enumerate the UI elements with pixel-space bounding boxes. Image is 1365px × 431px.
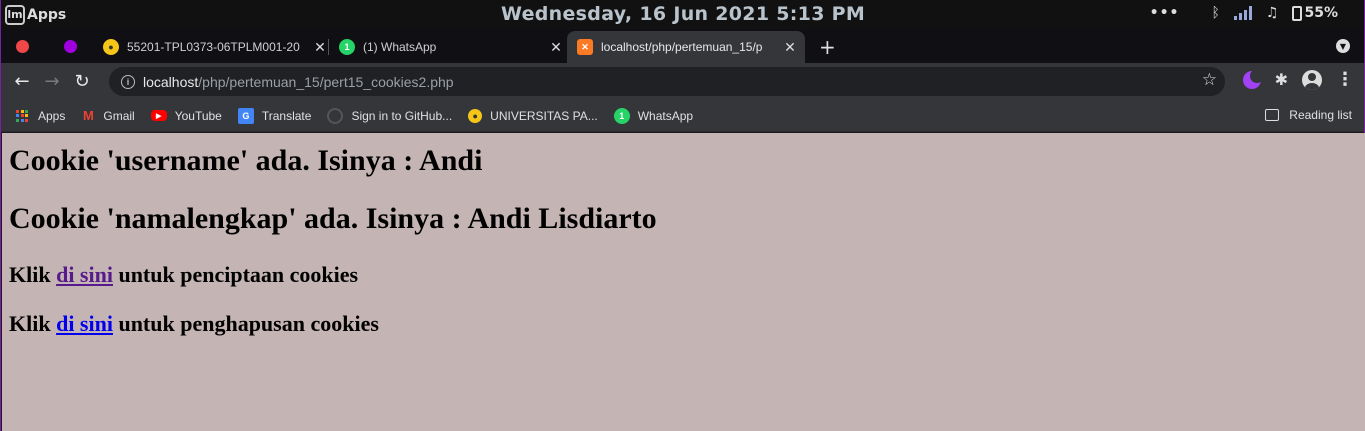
dark-mode-extension-icon[interactable] <box>1242 68 1264 89</box>
bookmark-gmail[interactable]: M Gmail <box>81 108 135 123</box>
university-favicon-icon: ● <box>103 39 119 55</box>
tab-separator <box>328 39 329 55</box>
bookmark-label: Apps <box>38 108 66 123</box>
site-info-icon[interactable]: i <box>121 74 135 89</box>
bookmark-youtube[interactable]: ▶ YouTube <box>150 108 222 123</box>
profile-avatar-icon[interactable] <box>1302 69 1322 90</box>
bookmark-label: WhatsApp <box>637 108 694 123</box>
bookmark-universitas[interactable]: ● UNIVERSITAS PA... <box>468 108 598 123</box>
network-signal-icon[interactable] <box>1233 6 1252 20</box>
page-content: Cookie 'username' ada. Isinya : Andi Coo… <box>2 133 1365 431</box>
reading-list-icon <box>1265 109 1280 121</box>
extensions-puzzle-icon[interactable]: ✱ <box>1275 70 1288 89</box>
tab-label: 55201-TPL0373-06TPLM001-20 <box>127 40 300 54</box>
bookmark-apps[interactable]: Apps <box>16 109 65 123</box>
address-bar[interactable]: i localhost/php/pertemuan_15/pert15_cook… <box>109 67 1225 96</box>
bookmark-translate[interactable]: G Translate <box>237 107 312 124</box>
tab-label: (1) WhatsApp <box>363 40 437 54</box>
whatsapp-icon: 1 <box>613 107 630 124</box>
github-loading-icon <box>327 107 344 124</box>
close-tab-icon[interactable]: ✕ <box>313 39 327 56</box>
bookmarks-bar: Apps M Gmail ▶ YouTube G Translate Sign … <box>1 100 1364 132</box>
tab-search-icon[interactable]: ▼ <box>1336 39 1350 53</box>
create-cookies-link[interactable]: di sini <box>56 262 113 287</box>
apps-grid-icon <box>16 109 28 122</box>
os-top-bar: lm Apps Wednesday, 16 Jun 2021 5:13 PM •… <box>1 0 1364 29</box>
battery-percent: 55% <box>1304 5 1338 21</box>
toolbar-actions: ✱ ⋮ <box>1242 68 1354 90</box>
cookie-username-heading: Cookie 'username' ada. Isinya : Andi <box>9 144 483 177</box>
battery-indicator[interactable]: 55% <box>1292 5 1338 21</box>
os-apps-menu[interactable]: Apps <box>27 7 66 23</box>
cookie-fullname-heading: Cookie 'namalengkap' ada. Isinya : Andi … <box>9 202 657 235</box>
reading-list-button[interactable]: Reading list <box>1265 108 1352 122</box>
xampp-favicon-icon: ✕ <box>577 39 593 55</box>
bluetooth-icon[interactable]: ᛒ <box>1212 5 1220 21</box>
battery-icon <box>1292 5 1303 21</box>
close-tab-icon[interactable]: ✕ <box>783 39 797 56</box>
bookmark-label: Sign in to GitHub... <box>351 108 453 123</box>
tab-strip: ● 55201-TPL0373-06TPLM001-20 ✕ 1 (1) Wha… <box>1 29 1364 63</box>
tab-localhost[interactable]: ✕ localhost/php/pertemuan_15/p ✕ <box>567 31 805 63</box>
music-note-icon[interactable]: ♫ <box>1266 5 1279 21</box>
delete-cookies-line: Klik di sini untuk penghapusan cookies <box>9 312 1365 336</box>
create-prefix: Klik <box>9 262 57 287</box>
bookmark-star-icon[interactable]: ☆ <box>1202 70 1217 90</box>
reading-list-label: Reading list <box>1289 108 1352 122</box>
gmail-icon: M <box>82 108 94 123</box>
tab-university[interactable]: ● 55201-TPL0373-06TPLM001-20 ✕ <box>95 31 327 63</box>
bookmark-github[interactable]: Sign in to GitHub... <box>327 107 453 124</box>
create-cookies-line: Klik di sini untuk penciptaan cookies <box>9 263 1365 287</box>
google-translate-icon: G <box>237 107 254 124</box>
forward-arrow-icon[interactable]: → <box>37 71 67 92</box>
bookmark-label: Translate <box>261 108 312 123</box>
window-close-icon[interactable] <box>16 40 29 53</box>
whatsapp-favicon-icon: 1 <box>339 39 355 55</box>
tab-whatsapp[interactable]: 1 (1) WhatsApp ✕ <box>331 31 563 63</box>
desktop-window: lm Apps Wednesday, 16 Jun 2021 5:13 PM •… <box>0 0 1365 431</box>
browser-menu-icon[interactable]: ⋮ <box>1336 69 1354 90</box>
close-tab-icon[interactable]: ✕ <box>549 39 563 56</box>
youtube-icon: ▶ <box>150 110 167 121</box>
tray-more-icon[interactable]: ••• <box>1150 5 1180 21</box>
delete-cookies-link[interactable]: di sini <box>56 311 113 336</box>
url-host: localhost <box>143 73 199 90</box>
create-suffix: untuk penciptaan cookies <box>112 262 359 287</box>
os-clock[interactable]: Wednesday, 16 Jun 2021 5:13 PM <box>501 3 865 25</box>
system-tray: ••• ᛒ ♫ 55% <box>1150 5 1338 21</box>
browser-toolbar: ← → ↻ i localhost/php/pertemuan_15/pert1… <box>1 63 1364 100</box>
university-favicon-icon: ● <box>468 108 483 123</box>
delete-suffix: untuk penghapusan cookies <box>112 311 379 336</box>
new-tab-icon[interactable]: + <box>819 35 836 59</box>
reload-icon[interactable]: ↻ <box>67 71 97 92</box>
bookmark-whatsapp[interactable]: 1 WhatsApp <box>613 107 694 124</box>
bookmark-label: YouTube <box>174 108 222 123</box>
bookmark-label: Gmail <box>103 108 135 123</box>
linux-mint-icon[interactable]: lm <box>5 4 25 25</box>
bookmark-label: UNIVERSITAS PA... <box>490 108 598 123</box>
window-minimize-icon[interactable] <box>64 40 77 53</box>
delete-prefix: Klik <box>9 311 57 336</box>
back-arrow-icon[interactable]: ← <box>7 71 37 92</box>
tab-label: localhost/php/pertemuan_15/p <box>601 40 763 54</box>
url-path: /php/pertemuan_15/pert15_cookies2.php <box>198 73 454 90</box>
